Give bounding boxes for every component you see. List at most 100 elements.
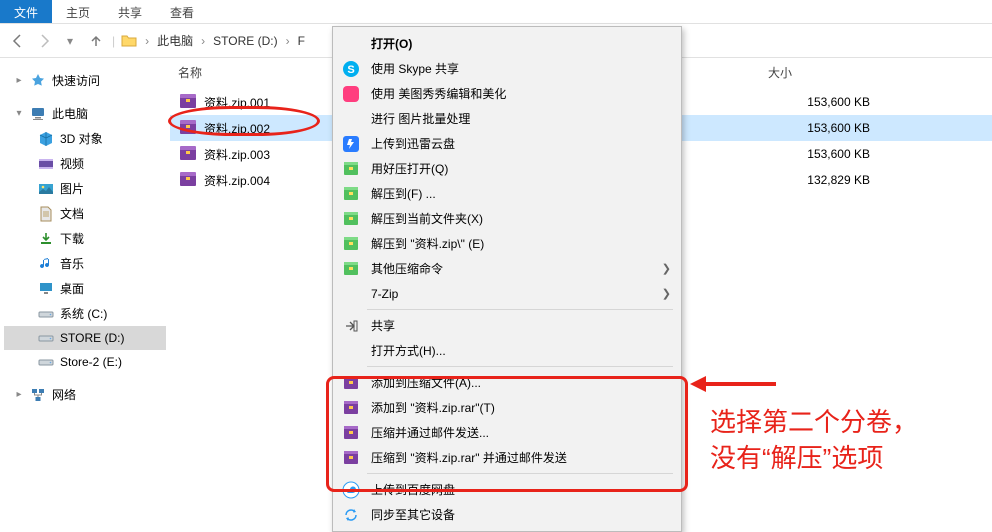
chevron-right-icon[interactable]: › [199,34,207,48]
archive-icon [178,93,198,111]
ctx-label: 使用 Skype 共享 [371,60,671,77]
chevron-right-icon[interactable]: › [143,34,151,48]
ctx-label: 使用 美图秀秀编辑和美化 [371,85,671,102]
menu-separator [367,366,673,367]
nav-up-icon[interactable] [86,31,106,51]
svg-text:S: S [347,64,354,76]
breadcrumb-folder[interactable]: F [298,34,305,48]
tab-share[interactable]: 共享 [104,0,156,23]
ctx-sync-devices[interactable]: 同步至其它设备 [335,502,679,527]
sidebar-drive-d[interactable]: STORE (D:) [4,326,166,350]
file-size: 132,829 KB [768,173,888,187]
ctx-label: 解压到当前文件夹(X) [371,210,671,227]
context-menu: 打开(O) S 使用 Skype 共享 使用 美图秀秀编辑和美化 进行 图片批量… [332,26,682,532]
breadcrumb-store-d[interactable]: STORE (D:) [213,34,277,48]
file-size: 153,600 KB [768,121,888,135]
ctx-haoyasuo-open[interactable]: 用好压打开(Q) [335,156,679,181]
cube-icon [38,131,54,147]
ctx-compress-email[interactable]: 压缩并通过邮件发送... [335,420,679,445]
sidebar-music[interactable]: 音乐 [4,251,166,276]
ctx-label: 解压到(F) ... [371,185,671,202]
ctx-label: 打开方式(H)... [371,342,671,359]
drive-icon [38,354,54,370]
ctx-label: 打开(O) [371,35,671,52]
video-icon [38,156,54,172]
sidebar-pictures[interactable]: 图片 [4,176,166,201]
ctx-share[interactable]: 共享 [335,313,679,338]
ctx-extract-here[interactable]: 解压到当前文件夹(X) [335,206,679,231]
tab-view[interactable]: 查看 [156,0,208,23]
sync-icon [341,505,361,525]
sidebar-3d-objects[interactable]: 3D 对象 [4,126,166,151]
column-size[interactable]: 大小 [768,64,888,81]
sidebar-desktop[interactable]: 桌面 [4,276,166,301]
ctx-batch-image[interactable]: 进行 图片批量处理 [335,106,679,131]
nav-forward-icon[interactable] [34,31,54,51]
sidebar-quick-access[interactable]: ▸ 快速访问 [4,68,166,93]
sidebar-label: 快速访问 [52,72,100,89]
sidebar-label: 文档 [60,205,84,222]
blank-icon [341,284,361,304]
annotation-line2: 没有“解压”选项 [710,440,918,476]
skype-icon: S [341,59,361,79]
file-size: 153,600 KB [768,95,888,109]
ctx-other-compress[interactable]: 其他压缩命令 ❯ [335,256,679,281]
tab-file[interactable]: 文件 [0,0,52,23]
ctx-extract-to[interactable]: 解压到(F) ... [335,181,679,206]
star-icon [30,73,46,89]
ctx-open[interactable]: 打开(O) [335,31,679,56]
nav-separator: | [112,34,115,48]
chevron-right-icon: ▸ [14,75,24,86]
ctx-label: 进行 图片批量处理 [371,110,671,127]
chevron-right-icon[interactable]: › [284,34,292,48]
music-icon [38,256,54,272]
ctx-xunlei-upload[interactable]: 上传到迅雷云盘 [335,131,679,156]
sidebar-drive-c[interactable]: 系统 (C:) [4,301,166,326]
ctx-open-with[interactable]: 打开方式(H)... [335,338,679,363]
sidebar-label: 3D 对象 [60,130,103,147]
ctx-meitu[interactable]: 使用 美图秀秀编辑和美化 [335,81,679,106]
menu-separator [367,309,673,310]
sidebar-documents[interactable]: 文档 [4,201,166,226]
sidebar-label: 下载 [60,230,84,247]
chevron-right-icon: ❯ [662,287,671,300]
ctx-label: 压缩到 "资料.zip.rar" 并通过邮件发送 [371,449,671,466]
winrar-icon [341,398,361,418]
sidebar-label: 系统 (C:) [60,305,107,322]
navigation-pane: ▸ 快速访问 ▾ 此电脑 3D 对象 视频 [0,58,170,518]
sidebar-label: 此电脑 [52,105,88,122]
ctx-skype-share[interactable]: S 使用 Skype 共享 [335,56,679,81]
archive-icon [178,171,198,189]
sidebar-network[interactable]: ▸ 网络 [4,382,166,407]
ribbon: 文件 主页 共享 查看 [0,0,992,24]
tab-home[interactable]: 主页 [52,0,104,23]
ctx-label: 添加到压缩文件(A)... [371,374,671,391]
sidebar-videos[interactable]: 视频 [4,151,166,176]
network-icon [30,387,46,403]
winrar-icon [341,373,361,393]
ctx-label: 上传到迅雷云盘 [371,135,671,152]
file-size: 153,600 KB [768,147,888,161]
ctx-compress-rar-email[interactable]: 压缩到 "资料.zip.rar" 并通过邮件发送 [335,445,679,470]
chevron-right-icon: ▸ [14,389,24,400]
breadcrumb-this-pc[interactable]: 此电脑 [157,32,193,49]
blank-icon [341,341,361,361]
nav-recent-icon[interactable]: ▾ [60,31,80,51]
ctx-7zip[interactable]: 7-Zip ❯ [335,281,679,306]
xunlei-icon [341,134,361,154]
archive-icon [341,259,361,279]
nav-back-icon[interactable] [8,31,28,51]
archive-icon [341,159,361,179]
ctx-label: 其他压缩命令 [371,260,652,277]
ctx-extract-named[interactable]: 解压到 "资料.zip\" (E) [335,231,679,256]
ctx-upload-baidu[interactable]: 上传到百度网盘 [335,477,679,502]
sidebar-this-pc[interactable]: ▾ 此电脑 [4,101,166,126]
sidebar-drive-e[interactable]: Store-2 (E:) [4,350,166,374]
ctx-add-to-rar[interactable]: 添加到 "资料.zip.rar"(T) [335,395,679,420]
sidebar-downloads[interactable]: 下载 [4,226,166,251]
ctx-add-to-archive[interactable]: 添加到压缩文件(A)... [335,370,679,395]
ctx-label: 上传到百度网盘 [371,481,671,498]
ctx-label: 同步至其它设备 [371,506,671,523]
chevron-right-icon: ❯ [662,262,671,275]
desktop-icon [38,281,54,297]
